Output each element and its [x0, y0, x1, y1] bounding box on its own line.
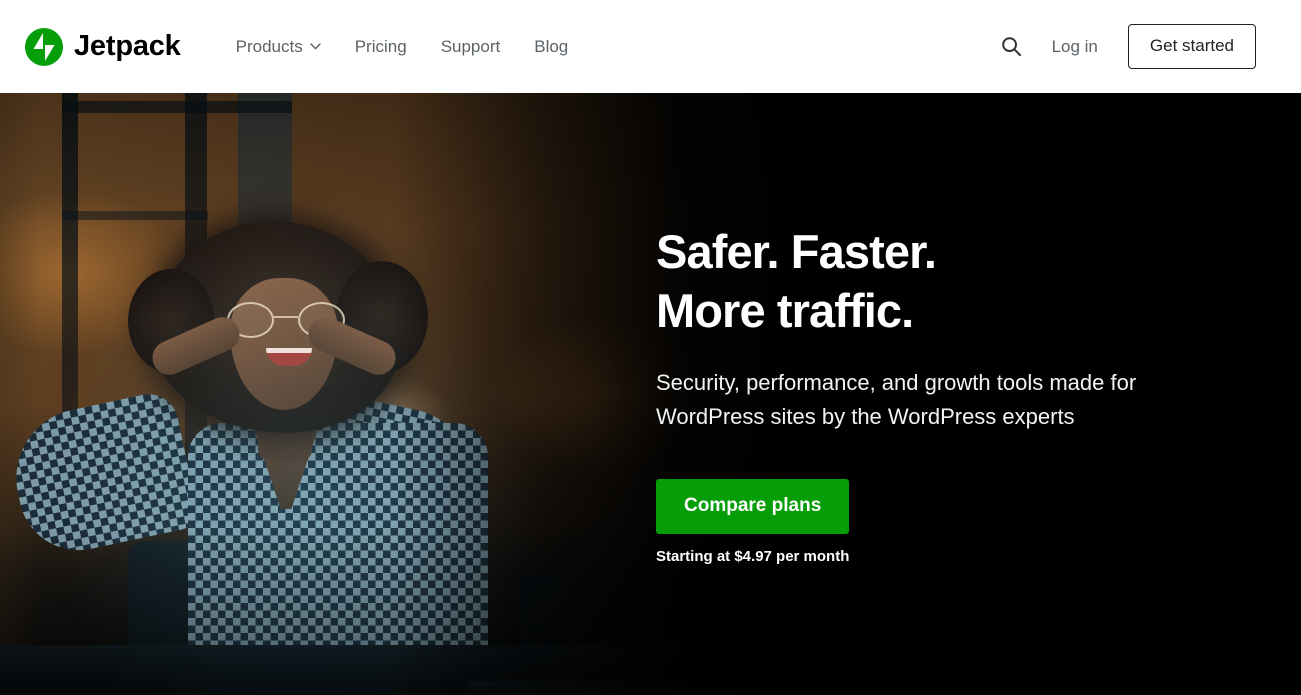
nav-item-blog-label: Blog — [534, 36, 569, 56]
hero-subtitle: Security, performance, and growth tools … — [656, 370, 1137, 429]
chevron-down-icon — [310, 43, 321, 50]
compare-plans-button[interactable]: Compare plans — [656, 479, 850, 535]
brand-name: Jetpack — [74, 30, 181, 62]
nav-item-products[interactable]: Products — [219, 29, 338, 65]
search-button[interactable] — [989, 28, 1034, 65]
get-started-button[interactable]: Get started — [1127, 24, 1256, 69]
nav-item-support[interactable]: Support — [424, 29, 518, 65]
header-actions: Log in Get started — [989, 24, 1256, 69]
site-header: Jetpack Products Pricing Support Blog Lo… — [0, 0, 1301, 93]
search-icon — [1001, 37, 1021, 56]
hero-title-line-1: Safer. Faster. — [656, 224, 937, 278]
main-navigation: Products Pricing Support Blog — [219, 29, 586, 65]
hero-price-note: Starting at $4.97 per month — [656, 548, 850, 566]
jetpack-bolt-icon — [25, 27, 63, 66]
nav-item-support-label: Support — [440, 36, 501, 56]
hero-section: Safer. Faster. More traffic. Security, p… — [0, 93, 1301, 695]
nav-item-products-label: Products — [235, 36, 303, 56]
brand-logo-link[interactable]: Jetpack — [24, 27, 181, 67]
hero-title: Safer. Faster. More traffic. — [656, 223, 1256, 341]
login-link[interactable]: Log in — [1034, 29, 1116, 65]
hero-copy: Safer. Faster. More traffic. Security, p… — [656, 93, 1256, 695]
hero-title-line-2: More traffic. — [656, 283, 914, 337]
nav-item-pricing-label: Pricing — [354, 36, 407, 56]
nav-item-blog[interactable]: Blog — [517, 29, 585, 65]
nav-item-pricing[interactable]: Pricing — [338, 29, 424, 65]
